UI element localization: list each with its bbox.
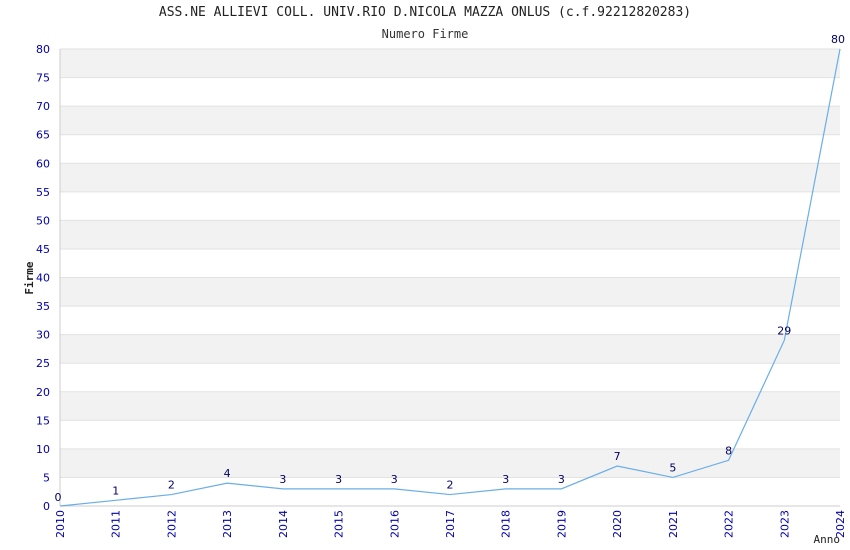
- y-tick-label: 75: [36, 72, 50, 85]
- x-tick-label: 2014: [277, 510, 290, 538]
- grid-band: [60, 106, 840, 135]
- y-tick-label: 35: [36, 300, 50, 313]
- x-tick-label: 2010: [54, 510, 67, 538]
- grid-band: [60, 163, 840, 192]
- data-label: 2: [447, 479, 454, 492]
- x-tick-label: 2023: [778, 510, 791, 538]
- y-tick-label: 60: [36, 157, 50, 170]
- grid-band: [60, 448, 840, 478]
- data-label: 0: [55, 491, 62, 504]
- x-tick-label: 2011: [110, 510, 123, 538]
- y-tick-label: 45: [36, 243, 50, 256]
- y-tick-label: 30: [36, 329, 50, 342]
- y-axis-label: Firme: [23, 261, 36, 294]
- grid-band: [60, 248, 840, 278]
- x-tick-label: 2017: [444, 510, 457, 538]
- data-label: 8: [725, 444, 732, 457]
- data-label: 3: [279, 473, 286, 486]
- data-label: 4: [224, 467, 231, 480]
- y-tick-label: 65: [36, 129, 50, 142]
- y-tick-label: 15: [36, 414, 50, 427]
- x-tick-label: 2012: [165, 510, 178, 538]
- x-tick-label: 2020: [611, 510, 624, 538]
- data-label: 3: [558, 473, 565, 486]
- data-label: 7: [614, 450, 621, 463]
- y-tick-label: 25: [36, 357, 50, 370]
- data-label: 3: [391, 473, 398, 486]
- grid-band: [60, 134, 840, 164]
- data-label: 2: [168, 479, 175, 492]
- y-tick-label: 70: [36, 100, 50, 113]
- grid-band: [60, 391, 840, 421]
- x-tick-label: 2019: [555, 510, 568, 538]
- grid-band: [60, 277, 840, 307]
- data-label: 1: [112, 484, 119, 497]
- grid-band: [60, 363, 840, 392]
- y-tick-label: 5: [43, 471, 50, 484]
- x-tick-label: 2016: [388, 510, 401, 538]
- data-label: 3: [502, 473, 509, 486]
- data-label: 5: [669, 461, 676, 474]
- x-tick-label: 2015: [333, 510, 346, 538]
- grid-band: [60, 306, 840, 335]
- y-tick-label: 10: [36, 443, 50, 456]
- data-label: 29: [777, 324, 791, 337]
- grid-band: [60, 49, 840, 78]
- y-tick-label: 0: [43, 500, 50, 513]
- x-tick-label: 2022: [723, 510, 736, 538]
- y-tick-label: 80: [36, 43, 50, 56]
- data-label: 3: [335, 473, 342, 486]
- x-axis-label: Anno: [814, 533, 841, 546]
- grid-band: [60, 220, 840, 249]
- grid-band: [60, 77, 840, 107]
- y-tick-label: 20: [36, 386, 50, 399]
- y-tick-label: 55: [36, 186, 50, 199]
- grid-band: [60, 420, 840, 449]
- grid-band: [60, 191, 840, 221]
- data-label: 80: [831, 33, 845, 46]
- y-tick-label: 40: [36, 272, 50, 285]
- x-tick-label: 2021: [667, 510, 680, 538]
- x-tick-label: 2018: [500, 510, 513, 538]
- grid-band: [60, 334, 840, 364]
- x-tick-labels: 2010 2011 2012 2013 2014 2015 2016 2017 2018 2019…: [54, 510, 847, 538]
- y-tick-labels: 0 5 10 15 20 25 30 35 40 45 50 55 60 65 70 75 80: [36, 43, 50, 513]
- x-tick-label: 2013: [221, 510, 234, 538]
- line-chart: 05101520253035404550556065707580 2010 201…: [23, 33, 847, 546]
- y-tick-label: 50: [36, 214, 50, 227]
